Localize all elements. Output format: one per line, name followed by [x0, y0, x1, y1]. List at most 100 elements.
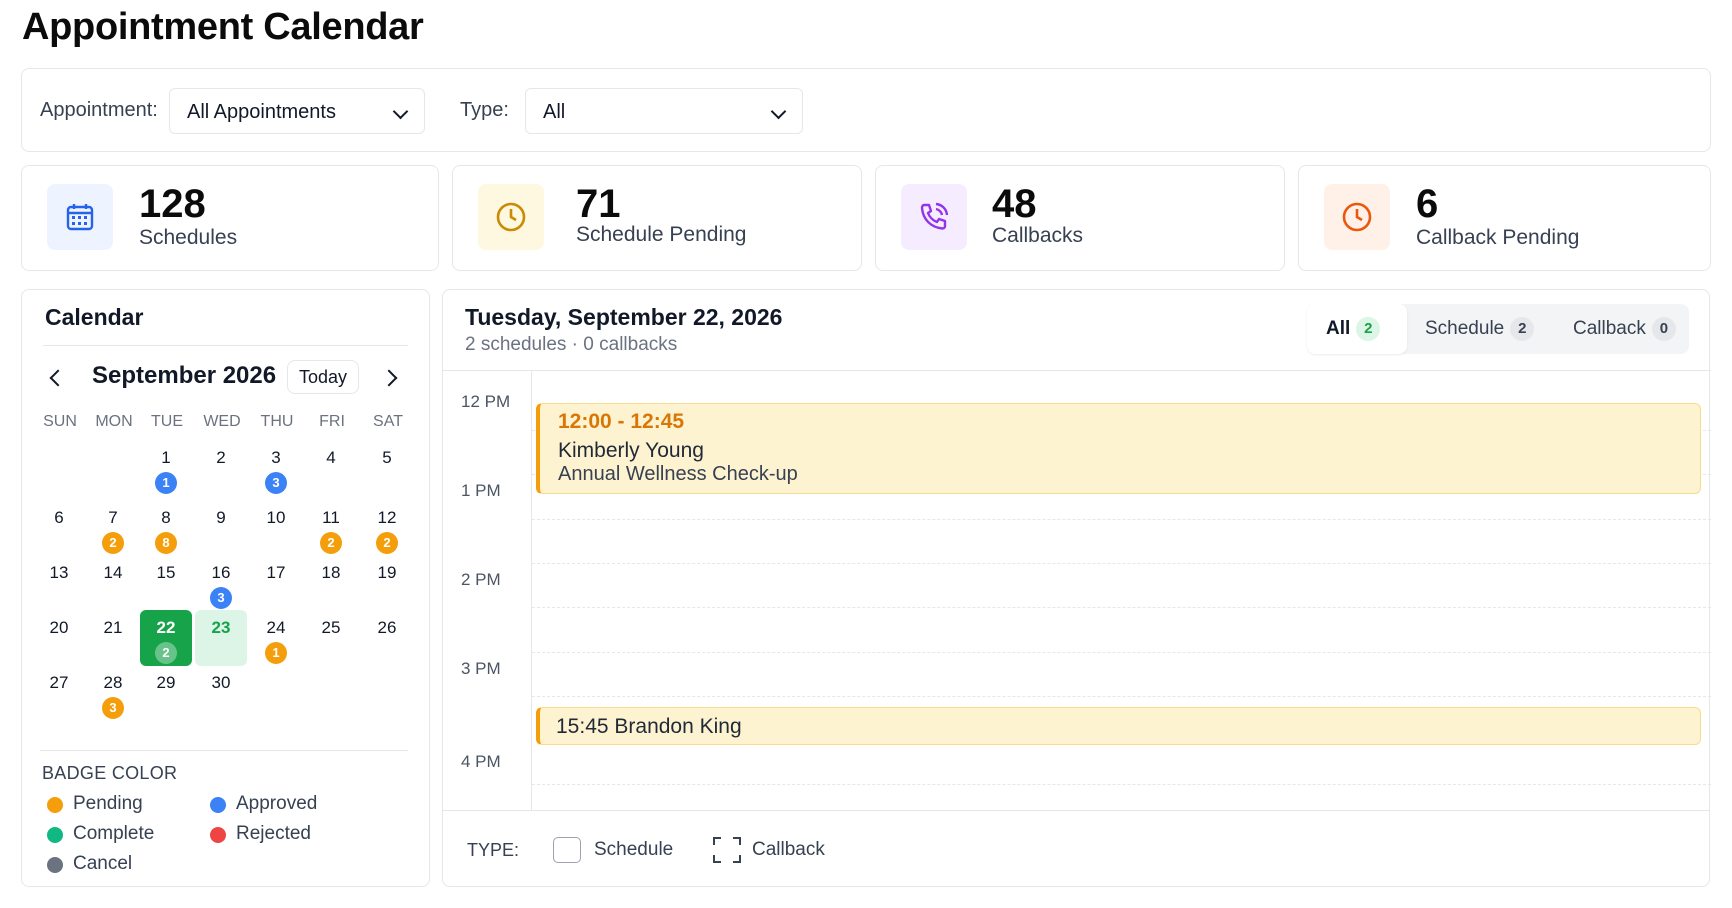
calendar-day[interactable]: 17	[250, 555, 302, 611]
day-count-badge: 3	[265, 472, 287, 494]
day-number: 22	[156, 618, 176, 637]
calendar-day[interactable]: 2	[195, 440, 247, 496]
calendar-day[interactable]: 88	[140, 500, 192, 556]
legend-item-complete: Complete	[47, 823, 154, 845]
day-number: 17	[266, 563, 286, 582]
grid-line	[532, 607, 1711, 608]
type-filter-label: Type:	[460, 99, 509, 121]
calendar-title: Calendar	[45, 304, 144, 330]
time-label: 3 PM	[461, 659, 501, 678]
calendar-day[interactable]: 20	[33, 610, 85, 666]
phone-callback-icon	[901, 184, 967, 250]
day-number: 29	[156, 673, 176, 692]
calendar-day[interactable]: 29	[140, 665, 192, 721]
calendar-day[interactable]: 12 2	[361, 500, 413, 556]
calendar-day[interactable]: 15	[140, 555, 192, 611]
day-number: 1	[161, 448, 171, 467]
stat-value: 128	[139, 182, 206, 226]
calendar-day[interactable]: 27	[33, 665, 85, 721]
calendar-day[interactable]: 72	[87, 500, 139, 556]
calendar-day[interactable]: 5	[361, 440, 413, 496]
calendar-day[interactable]: 25	[305, 610, 357, 666]
appointment-event[interactable]: 12:00 - 12:45 Kimberly Young Annual Well…	[536, 403, 1701, 494]
time-label: 2 PM	[461, 570, 501, 589]
day-number: 15	[156, 563, 176, 582]
day-number: 10	[266, 508, 286, 527]
event-description: Annual Wellness Check-up	[558, 463, 798, 485]
day-count-badge: 8	[155, 532, 177, 554]
grid-line	[532, 519, 1711, 520]
weekday-label: MON	[95, 413, 133, 430]
status-dot	[47, 857, 63, 873]
grid-line	[532, 784, 1711, 785]
day-count-badge: 2	[102, 532, 124, 554]
chevron-right-icon[interactable]	[378, 364, 404, 390]
clock-icon	[478, 184, 544, 250]
calendar-day[interactable]: 11 2	[305, 500, 357, 556]
stat-card-callback-pending: 6 Callback Pending	[1298, 165, 1711, 271]
calendar-day[interactable]: 11	[140, 440, 192, 496]
day-number: 4	[326, 448, 336, 467]
appointment-filter-label: Appointment:	[40, 99, 158, 121]
day-title: Tuesday, September 22, 2026	[465, 304, 783, 330]
calendar-day[interactable]: 21	[87, 610, 139, 666]
grid-line	[532, 563, 1711, 564]
status-dot	[210, 797, 226, 813]
today-button[interactable]: Today	[287, 360, 359, 394]
day-count-badge: 3	[102, 697, 124, 719]
day-number: 19	[377, 563, 397, 582]
type-select[interactable]: All	[525, 88, 803, 134]
day-number: 8	[161, 508, 171, 527]
tab-callback[interactable]: Callback 0	[1573, 304, 1683, 354]
calendar-day[interactable]: 16 3	[195, 555, 247, 611]
day-number: 28	[103, 673, 123, 692]
calendar-day[interactable]: 28 3	[87, 665, 139, 721]
calendar-day[interactable]: 22 2	[140, 610, 192, 666]
schedule-swatch-icon	[553, 837, 581, 863]
weekday-label: TUE	[151, 413, 183, 430]
clock-icon	[1324, 184, 1390, 250]
calendar-day[interactable]: 6	[33, 500, 85, 556]
chevron-left-icon[interactable]	[44, 364, 70, 390]
calendar-day[interactable]: 33	[250, 440, 302, 496]
tab-schedule[interactable]: Schedule 2	[1425, 304, 1555, 354]
day-count-badge: 2	[320, 532, 342, 554]
type-callback-label: Callback	[752, 839, 825, 860]
stat-value: 6	[1416, 182, 1439, 226]
legend-item-rejected: Rejected	[210, 823, 311, 845]
day-number: 27	[49, 673, 69, 692]
day-count-badge: 1	[155, 472, 177, 494]
calendar-day[interactable]: 9	[195, 500, 247, 556]
filter-bar: Appointment: All Appointments Type: All	[21, 68, 1711, 152]
calendar-day[interactable]: 26	[361, 610, 413, 666]
day-number: 21	[103, 618, 123, 637]
day-number: 5	[382, 448, 392, 467]
day-subtitle: 2 schedules · 0 callbacks	[465, 334, 678, 355]
calendar-day[interactable]: 18	[305, 555, 357, 611]
stat-label: Callback Pending	[1416, 226, 1580, 249]
calendar-day[interactable]: 30	[195, 665, 247, 721]
appointment-select[interactable]: All Appointments	[169, 88, 425, 134]
calendar-day[interactable]: 4	[305, 440, 357, 496]
tab-count: 2	[1356, 317, 1381, 341]
calendar-day[interactable]: 14	[87, 555, 139, 611]
day-number: 7	[108, 508, 118, 527]
stat-value: 48	[992, 182, 1037, 226]
type-legend-label: TYPE:	[467, 840, 520, 860]
day-number: 6	[54, 508, 64, 527]
calendar-day[interactable]: 19	[361, 555, 413, 611]
chevron-down-icon	[770, 103, 787, 120]
tab-all[interactable]: All 2	[1307, 304, 1407, 354]
calendar-day[interactable]: 13	[33, 555, 85, 611]
month-label: September 2026	[92, 362, 277, 389]
day-count-badge: 2	[376, 532, 398, 554]
calendar-day[interactable]: 10	[250, 500, 302, 556]
appointment-event[interactable]: 15:45 Brandon King	[536, 707, 1701, 745]
legend-item-cancel: Cancel	[47, 853, 132, 875]
legend-title: BADGE COLOR	[42, 763, 178, 783]
tab-count: 0	[1651, 317, 1676, 341]
day-view-panel: Tuesday, September 22, 2026 2 schedules …	[442, 289, 1711, 887]
calendar-day[interactable]: 23	[195, 610, 247, 666]
type-schedule-label: Schedule	[594, 839, 674, 860]
calendar-day[interactable]: 24 1	[250, 610, 302, 666]
